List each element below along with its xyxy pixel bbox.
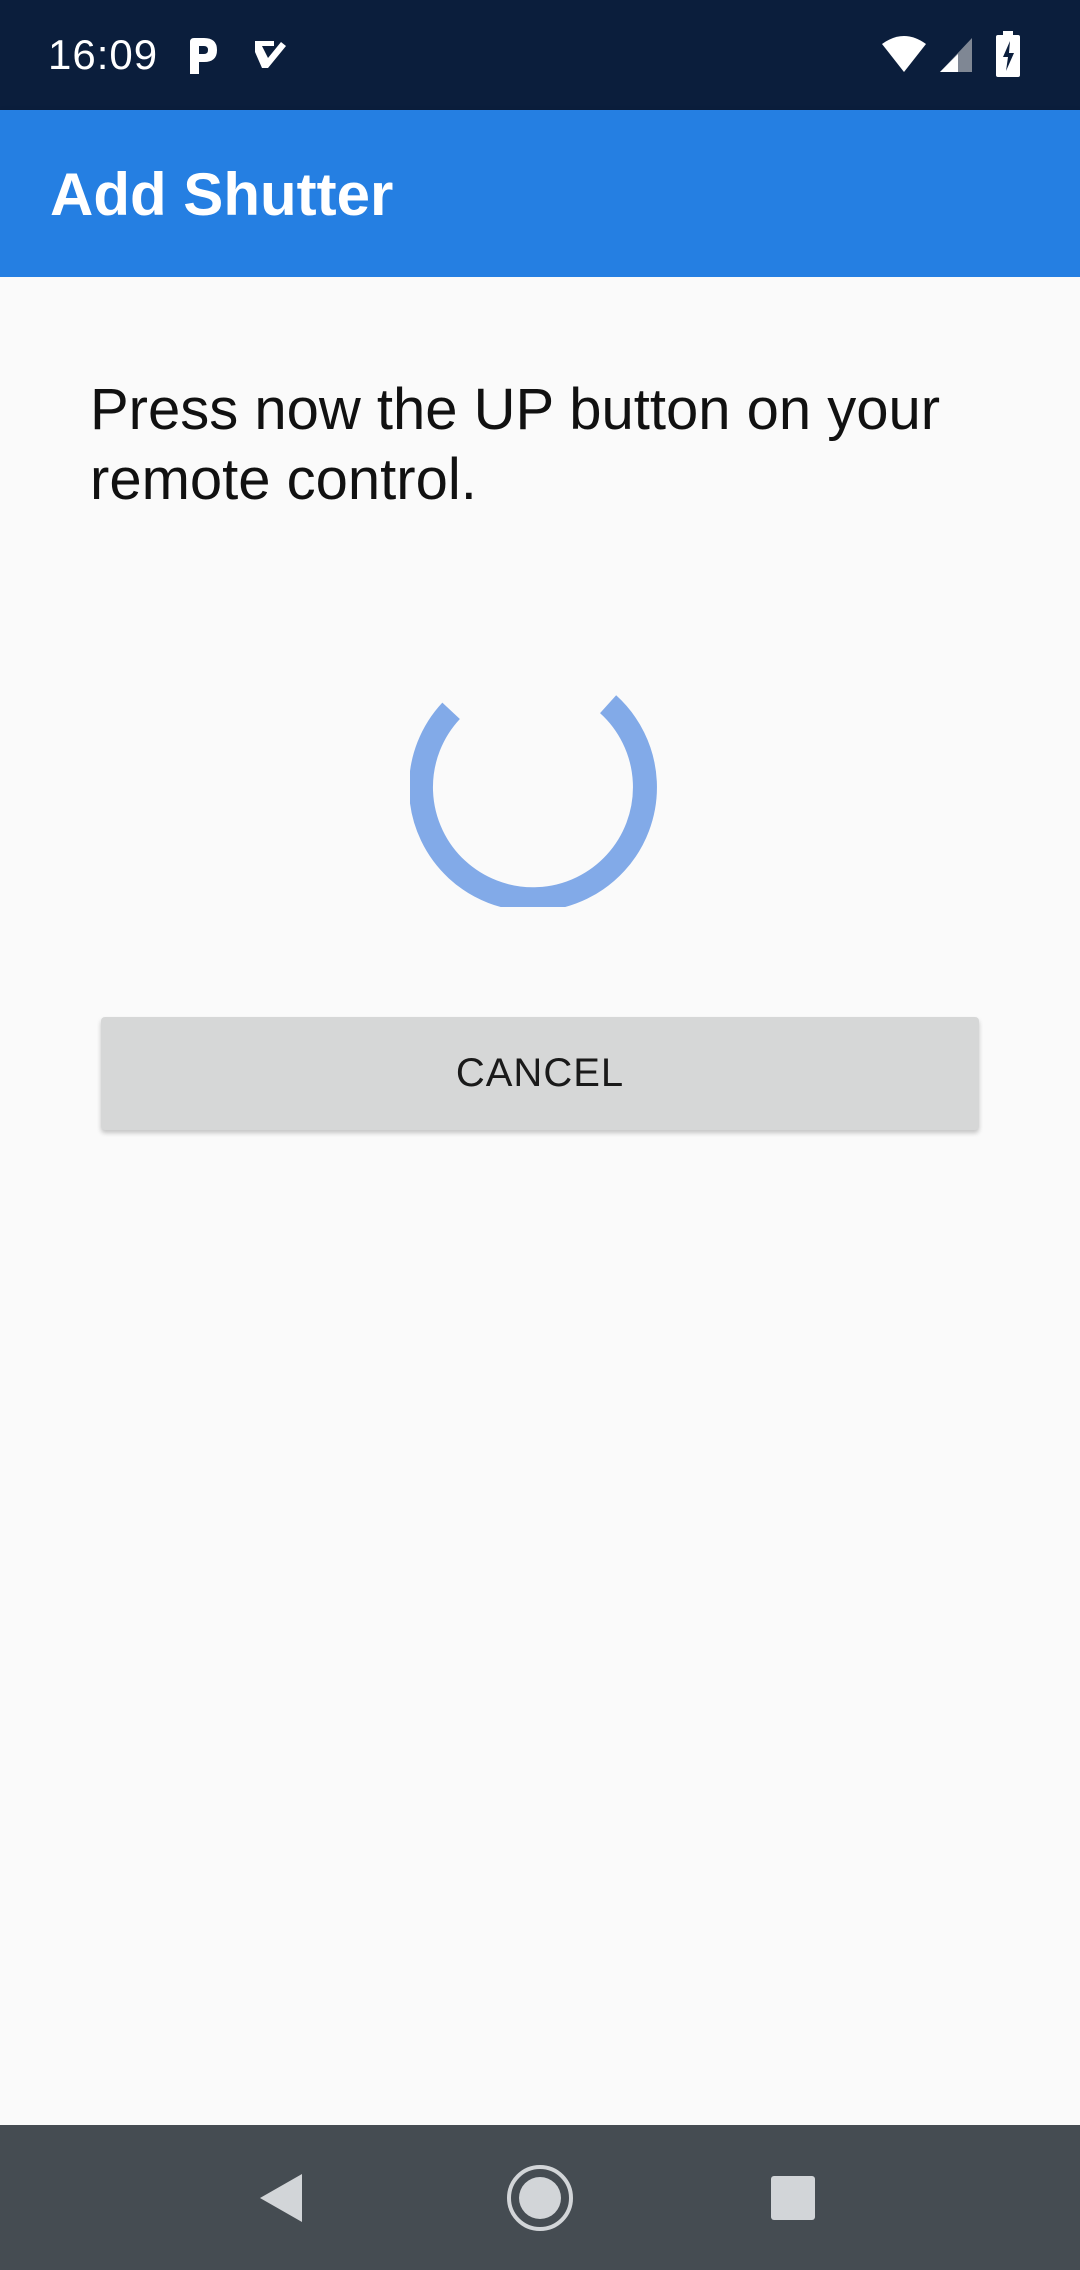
back-icon [260,2173,302,2222]
status-bar: 16:09 [0,0,1080,110]
wifi-icon [882,36,926,72]
task-check-app-icon [255,41,286,68]
page-title: Add Shutter [50,161,394,228]
recents-icon [771,2175,815,2220]
app-bar: Add Shutter [0,110,1080,277]
instruction-text: Press now the UP button on your remote c… [90,377,941,512]
recents-button[interactable] [718,2125,868,2270]
parking-app-icon [190,38,217,74]
cellular-signal-icon [940,38,972,72]
loading-spinner [410,695,657,907]
cancel-button[interactable]: CANCEL [101,1017,979,1130]
battery-charging-icon [996,31,1020,77]
home-button[interactable] [465,2125,615,2270]
main-content: Press now the UP button on your remote c… [0,277,1080,2125]
navigation-bar [0,2125,1080,2270]
home-icon [507,2164,573,2231]
status-time: 16:09 [48,31,159,78]
back-button[interactable] [206,2125,356,2270]
